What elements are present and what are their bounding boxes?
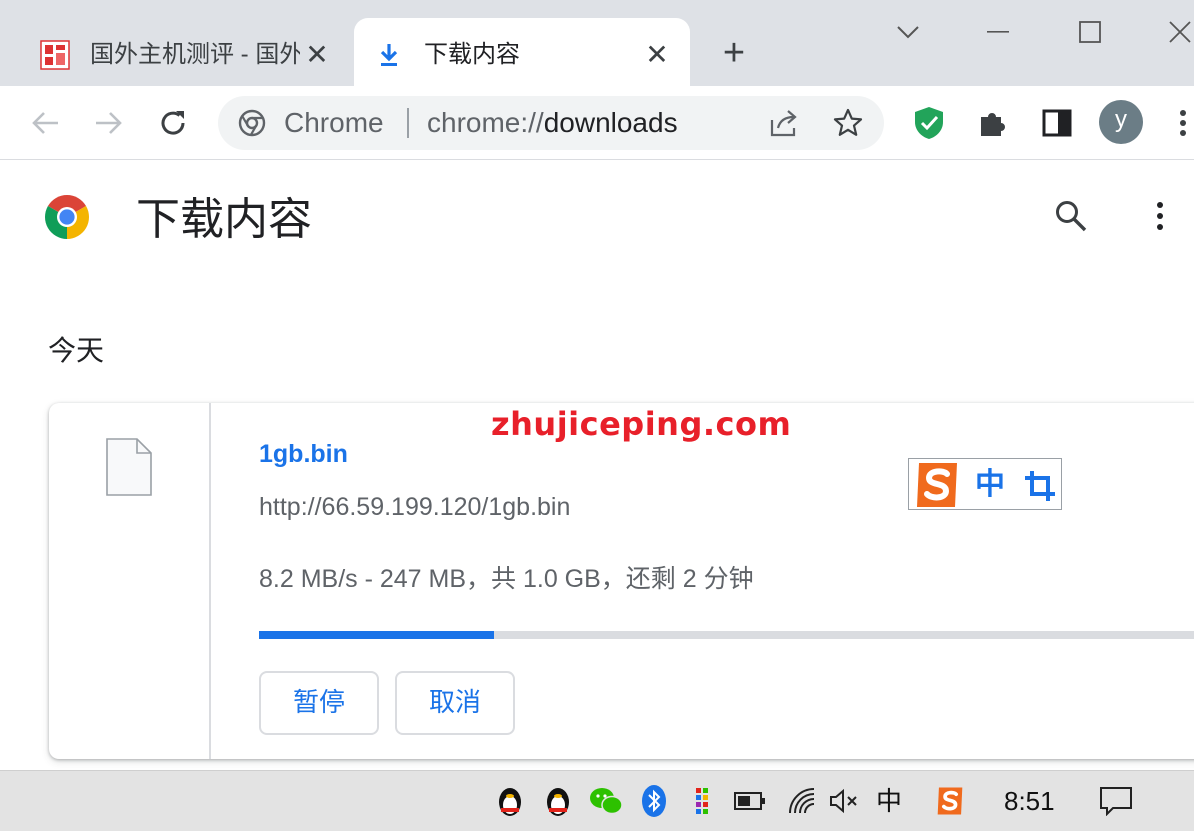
new-tab-plus-icon[interactable]: +: [712, 34, 756, 74]
download-status: 8.2 MB/s - 247 MB，共 1.0 GB，还剩 2 分钟: [259, 565, 754, 593]
shield-extension-icon[interactable]: [910, 104, 948, 142]
sogou-ime-logo-icon: [917, 463, 957, 507]
ime-mode-label[interactable]: 中: [975, 467, 1005, 503]
profile-avatar[interactable]: y: [1099, 100, 1143, 144]
url-host: downloads: [543, 107, 678, 138]
card-divider: [209, 403, 211, 759]
tab-site[interactable]: 国外主机测评 - 国外 ✕: [20, 18, 350, 86]
page-title: 下载内容: [136, 195, 312, 244]
browser-menu-icon[interactable]: [1172, 108, 1194, 138]
more-options-icon[interactable]: [1148, 199, 1172, 233]
file-icon: [106, 438, 152, 496]
tab-downloads[interactable]: 下载内容 ✕: [354, 18, 690, 86]
ime-toolbar[interactable]: 中: [908, 458, 1062, 510]
forward-arrow-icon[interactable]: [88, 102, 130, 144]
close-window-icon[interactable]: [1160, 16, 1194, 48]
wifi-icon[interactable]: [784, 783, 820, 819]
tab-close-icon[interactable]: ✕: [302, 40, 332, 70]
action-center-icon[interactable]: [1096, 783, 1136, 819]
battery-icon[interactable]: [732, 783, 768, 819]
qq-penguin-icon[interactable]: [540, 783, 576, 819]
search-icon[interactable]: [1054, 199, 1088, 233]
watermark-text: zhujiceping.com: [491, 405, 792, 443]
download-progress-fill: [259, 631, 494, 639]
tab-strip: 国外主机测评 - 国外 ✕ 下载内容 ✕ +: [0, 0, 1194, 86]
input-mode-indicator[interactable]: 中: [876, 785, 902, 817]
chrome-logo-icon: [45, 195, 89, 239]
chrome-site-icon: [238, 109, 266, 137]
download-icon: [380, 44, 398, 66]
windows-taskbar: 中 8:51: [0, 770, 1194, 831]
extensions-puzzle-icon[interactable]: [974, 104, 1012, 142]
volume-muted-icon[interactable]: [826, 783, 862, 819]
share-icon[interactable]: [768, 108, 800, 138]
tab-close-icon[interactable]: ✕: [642, 40, 672, 70]
download-progress-bar: [259, 631, 1194, 639]
url-scheme: chrome://: [427, 107, 544, 138]
date-group-label: 今天: [48, 335, 105, 366]
tab-title: 国外主机测评 - 国外: [90, 41, 300, 68]
tab-search-chevron-icon[interactable]: [888, 16, 928, 48]
reload-icon[interactable]: [152, 102, 194, 144]
cancel-button[interactable]: 取消: [395, 671, 515, 735]
downloads-header: 下载内容: [0, 161, 1194, 281]
wechat-icon[interactable]: [588, 783, 624, 819]
side-panel-icon[interactable]: [1038, 104, 1076, 142]
omnibox-separator: [407, 108, 409, 138]
bluetooth-icon[interactable]: [636, 783, 672, 819]
maximize-icon[interactable]: [1070, 16, 1110, 48]
tab-title: 下载内容: [424, 41, 520, 68]
color-grid-app-icon[interactable]: [684, 783, 720, 819]
qq-penguin-icon[interactable]: [492, 783, 528, 819]
download-item-card: 1gb.bin http://66.59.199.120/1gb.bin 8.2…: [49, 403, 1194, 759]
omnibox-url[interactable]: chrome://downloads: [427, 108, 678, 138]
omnibox[interactable]: Chrome chrome://downloads: [218, 96, 884, 150]
minimize-icon[interactable]: [978, 16, 1018, 48]
file-name-link[interactable]: 1gb.bin: [259, 439, 348, 469]
back-arrow-icon[interactable]: [24, 102, 66, 144]
browser-toolbar: Chrome chrome://downloads y: [0, 86, 1194, 160]
omnibox-chip: Chrome: [284, 107, 384, 138]
site-favicon-icon: [40, 40, 70, 70]
sogou-tray-icon[interactable]: [932, 783, 968, 819]
file-source-url[interactable]: http://66.59.199.120/1gb.bin: [259, 492, 570, 522]
pause-button[interactable]: 暂停: [259, 671, 379, 735]
taskbar-clock[interactable]: 8:51: [1004, 785, 1055, 817]
screenshot-crop-icon[interactable]: [1023, 469, 1057, 503]
bookmark-star-icon[interactable]: [832, 107, 864, 139]
